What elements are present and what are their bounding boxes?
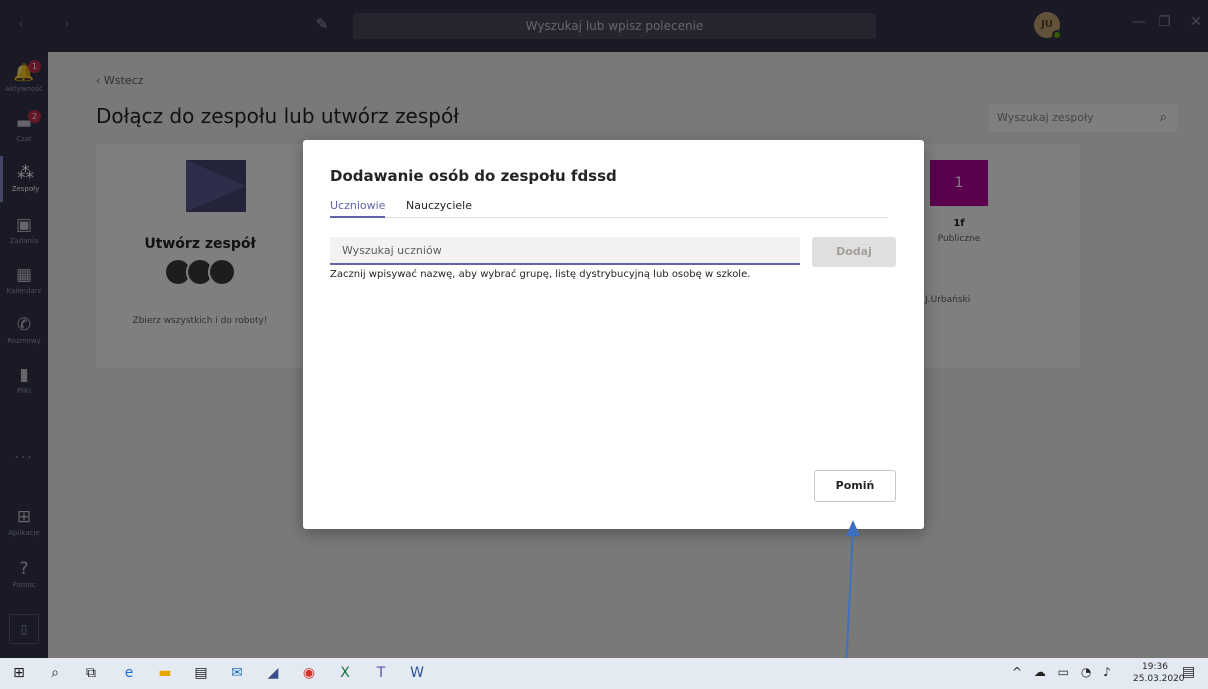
input-hint: Zacznij wpisywać nazwę, aby wybrać grupę…	[330, 269, 751, 280]
dialog-tabs: Uczniowie Nauczyciele	[330, 198, 888, 218]
dialog-title: Dodawanie osób do zespołu fdssd	[330, 167, 617, 185]
file-explorer-icon[interactable]: ▬	[154, 662, 176, 684]
clock-time: 19:36	[1142, 662, 1168, 672]
tab-students[interactable]: Uczniowie	[330, 198, 386, 218]
add-people-dialog: Dodawanie osób do zespołu fdssd Uczniowi…	[303, 140, 924, 529]
windows-start-icon[interactable]: ⊞	[8, 662, 30, 684]
system-tray-icons[interactable]: ^ ☁ ▭ ◔ ♪	[1012, 665, 1115, 679]
teams-taskbar-icon[interactable]: T	[370, 662, 392, 684]
tab-teachers[interactable]: Nauczyciele	[406, 198, 472, 218]
skip-button[interactable]: Pomiń	[814, 470, 896, 502]
clock[interactable]: 19:36 25.03.2020	[1133, 661, 1185, 685]
windows-taskbar: ⊞ ⌕ ⧉ e ▬ ▤ ✉ ◢ ◉ X T W ^ ☁ ▭ ◔ ♪ 19:36 …	[0, 658, 1208, 689]
clock-date: 25.03.2020	[1133, 674, 1185, 684]
app-icon[interactable]: ◢	[262, 662, 284, 684]
search-students-input[interactable]	[330, 237, 800, 265]
notification-icon[interactable]: ▤	[1182, 664, 1195, 680]
chrome-icon[interactable]: ◉	[298, 662, 320, 684]
add-button[interactable]: Dodaj	[812, 237, 896, 267]
store-icon[interactable]: ▤	[190, 662, 212, 684]
mail-icon[interactable]: ✉	[226, 662, 248, 684]
search-icon[interactable]: ⌕	[44, 662, 66, 684]
edge-icon[interactable]: e	[118, 662, 140, 684]
task-view-icon[interactable]: ⧉	[80, 662, 102, 684]
excel-icon[interactable]: X	[334, 662, 356, 684]
word-icon[interactable]: W	[406, 662, 428, 684]
